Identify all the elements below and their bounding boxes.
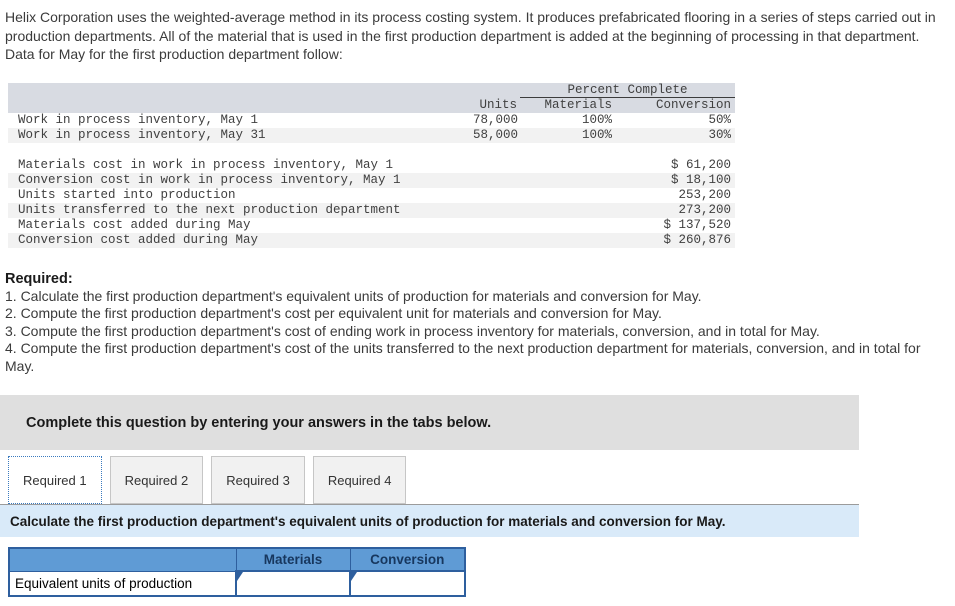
conversion-cost-added-label: Conversion cost added during May [8,232,456,248]
units-started-value: 253,200 [678,188,731,202]
materials-equivalent-units-input[interactable] [237,572,349,596]
tab-strip: Required 1 Required 2 Required 3 Require… [8,456,955,505]
instruction-panel-text: Complete this question by entering your … [26,414,492,431]
answer-header-conversion: Conversion [349,547,466,572]
answer-data-row: Equivalent units of production [8,570,466,598]
answer-header-row: Materials Conversion [8,547,466,572]
answer-table: Materials Conversion Equivalent units of… [8,547,466,598]
wip-may1-materials-pct: 100% [581,113,612,127]
table-row: Units started into production 253,200 [8,188,735,203]
conversion-cost-bwip-label: Conversion cost in work in process inven… [8,172,456,188]
materials-cost-bwip-value: $ 61,200 [670,158,731,172]
wip-may1-label: Work in process inventory, May 1 [18,113,259,127]
instruction-panel: Complete this question by entering your … [0,395,859,451]
conversion-equivalent-units-input[interactable] [351,572,464,596]
required-item-2: 2. Compute the first production departme… [5,305,662,322]
conversion-column-header: Conversion [615,97,735,113]
tab-instruction-bar: Calculate the first production departmen… [0,504,859,538]
units-started-label: Units started into production [18,188,236,202]
materials-column-header: Materials [520,97,615,113]
units-transferred-value: 273,200 [456,202,735,218]
tab-instruction-text: Calculate the first production departmen… [10,513,726,529]
answer-row-label: Equivalent units of production [8,570,237,597]
materials-cost-bwip-label: Materials cost in work in process invent… [18,158,394,172]
cell-marker-icon [351,572,357,582]
percent-complete-header: Percent Complete [520,82,735,98]
conversion-cost-bwip-value: $ 18,100 [456,172,735,188]
materials-cost-added-value: $ 137,520 [663,218,731,232]
table-row: Work in process inventory, May 1 78,000 … [8,113,735,128]
conversion-cost-added-value: $ 260,876 [456,232,735,248]
units-column-header: Units [456,97,520,113]
tab-required-3[interactable]: Required 3 [211,456,305,505]
wip-may31-label: Work in process inventory, May 31 [8,127,456,143]
required-heading: Required: [5,270,73,287]
wip-may31-materials-pct: 100% [520,127,615,143]
tab-required-1[interactable]: Required 1 [8,456,102,505]
process-costing-problem-page: { "colors": { "accent_blue": "#5f9bd5", … [0,8,955,606]
required-section: Required: 1. Calculate the first product… [5,271,950,376]
required-item-1: 1. Calculate the first production depart… [5,287,702,304]
table-row: Units transferred to the next production… [8,202,735,218]
required-item-3: 3. Compute the first production departme… [5,322,820,339]
table-row: Conversion cost added during May $ 260,8… [8,232,735,248]
header-spacer [8,82,456,98]
table-row: Conversion cost in work in process inven… [8,172,735,188]
table-row: Materials cost in work in process invent… [8,158,735,173]
cell-marker-icon [237,572,243,582]
wip-may31-conversion-pct: 30% [615,127,735,143]
data-table: Percent Complete Units Materials Convers… [8,82,735,248]
units-transferred-label: Units transferred to the next production… [8,202,456,218]
problem-statement: Helix Corporation uses the weighted-aver… [5,9,936,62]
materials-cost-added-label: Materials cost added during May [18,218,251,232]
tab-required-4[interactable]: Required 4 [312,456,407,505]
wip-may1-units: 78,000 [472,113,518,127]
header-spacer [8,97,456,113]
wip-may31-units: 58,000 [456,127,520,143]
table-row: Work in process inventory, May 31 58,000… [8,127,735,143]
header-spacer [456,82,520,98]
answer-header-materials: Materials [235,547,351,572]
percent-complete-header-row: Percent Complete [8,82,735,98]
materials-input-cell[interactable] [235,570,351,598]
tab-required-2[interactable]: Required 2 [109,456,204,505]
table-row: Materials cost added during May $ 137,52… [8,218,735,233]
wip-may1-conversion-pct: 50% [708,113,731,127]
answer-header-corner [8,547,237,572]
spacer-row [8,142,735,158]
conversion-input-cell[interactable] [349,570,466,598]
required-item-4: 4. Compute the first production departme… [5,340,921,374]
column-header-row: Units Materials Conversion [8,97,735,113]
